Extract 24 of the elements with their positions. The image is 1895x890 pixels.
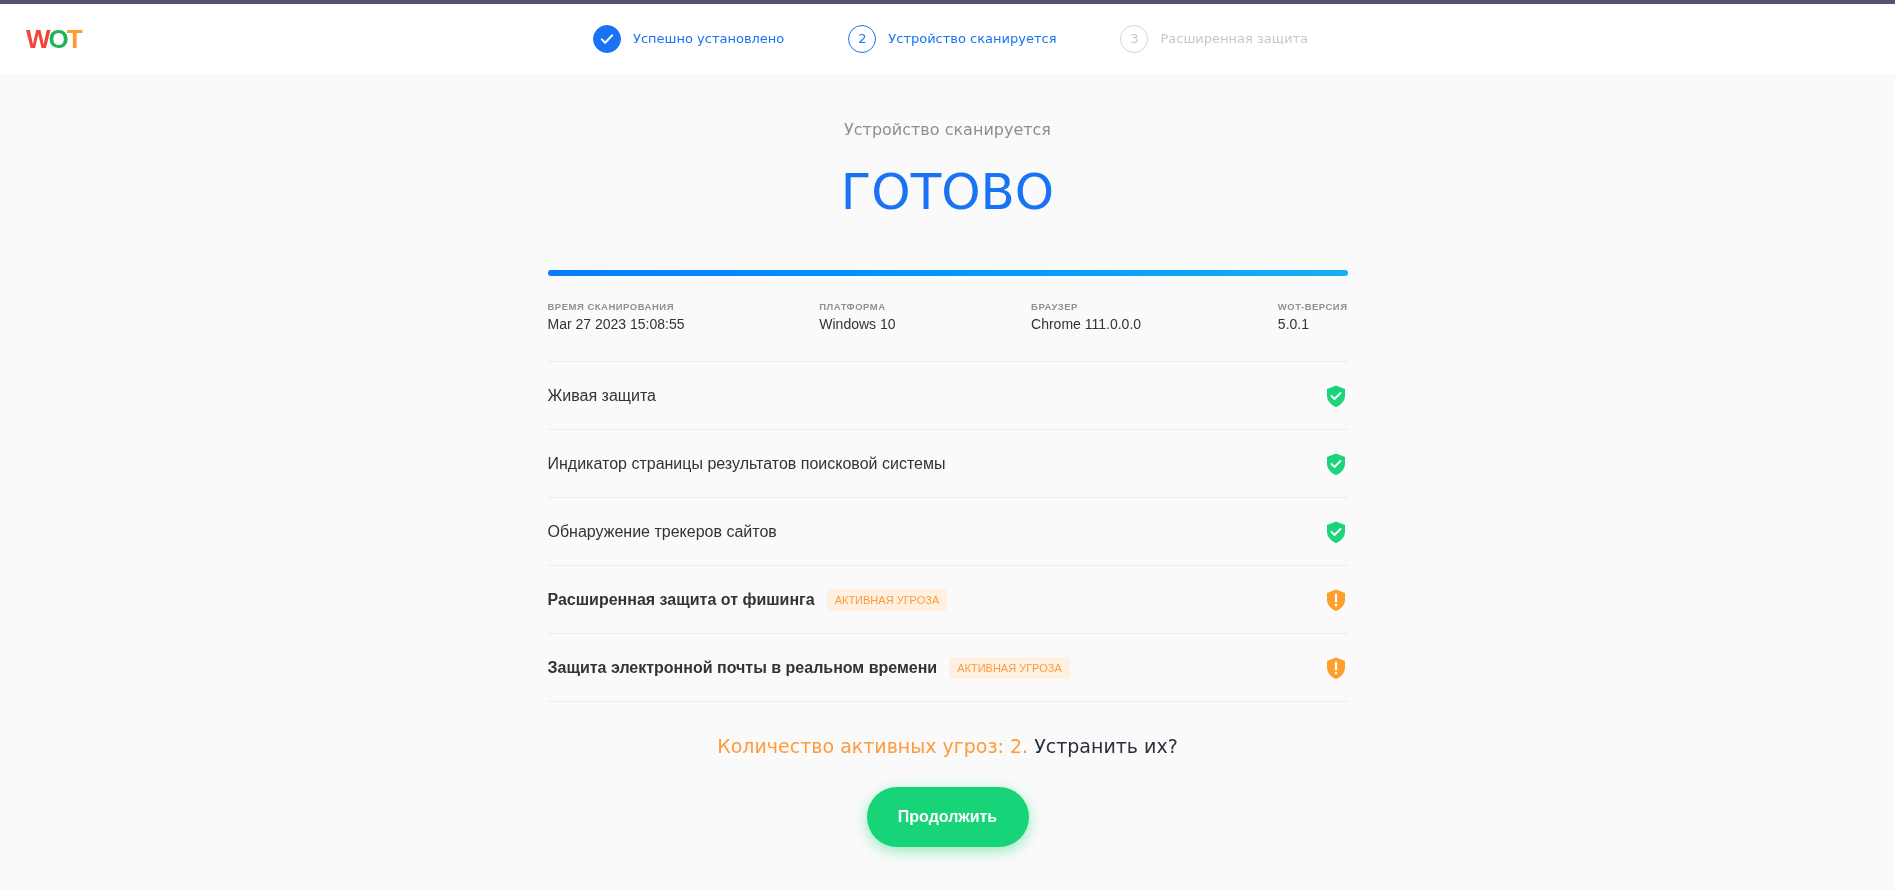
info-label: БРАУЗЕР — [1031, 300, 1079, 314]
step-label: Устройство сканируется — [888, 30, 1057, 49]
check-name: Обнаружение трекеров сайтов — [547, 521, 777, 542]
step-check-icon — [593, 25, 621, 53]
check-name: Живая защита — [547, 385, 656, 406]
info-label: ВРЕМЯ СКАНИРОВАНИЯ — [547, 300, 675, 314]
info-label: WOT-ВЕРСИЯ — [1277, 300, 1348, 314]
info-value: Windows 10 — [819, 315, 897, 335]
step-number: 2 — [848, 25, 877, 53]
step-label: Успешно установлено — [633, 30, 785, 49]
scan-status-title: ГОТОВО — [840, 162, 1055, 222]
check-name: Индикатор страницы результатов поисковой системы — [547, 453, 946, 474]
info-value: Chrome 111.0.0.0 — [1031, 315, 1143, 335]
info-value: Mar 27 2023 15:08:55 — [547, 315, 686, 335]
threat-badge: АКТИВНАЯ УГРОЗА — [826, 588, 948, 611]
info-label: ПЛАТФОРМА — [819, 300, 887, 314]
info-value: 5.0.1 — [1277, 315, 1310, 335]
threat-badge: АКТИВНАЯ УГРОЗА — [949, 656, 1070, 679]
continue-button[interactable]: Продолжить — [866, 786, 1029, 847]
scan-subtitle: Устройство сканируется — [844, 119, 1051, 141]
threat-summary: Количество активных угроз: 2. Устранить их? — [717, 734, 1178, 760]
check-name: Защита электронной почты в реальном времени — [547, 657, 938, 678]
check-name: Расширенная защита от фишинга — [547, 589, 815, 610]
logo: WOT — [26, 22, 81, 56]
